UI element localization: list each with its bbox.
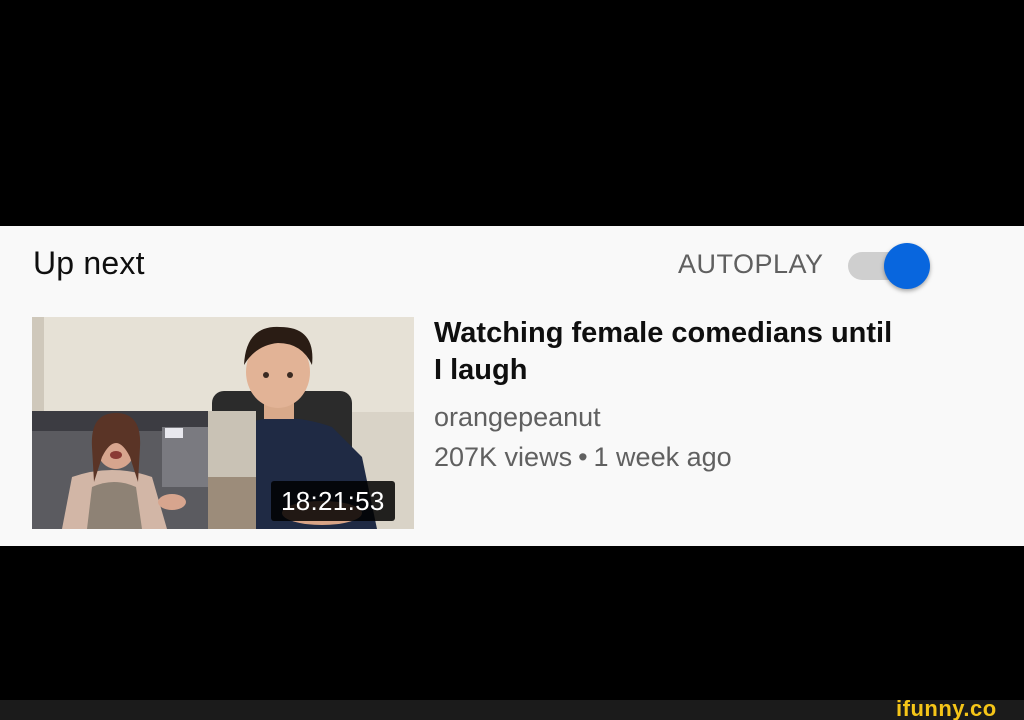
autoplay-toggle[interactable]: [846, 243, 930, 289]
channel-name[interactable]: orangepeanut: [434, 400, 601, 434]
autoplay-label: AUTOPLAY: [678, 249, 824, 279]
meta-separator: •: [578, 442, 588, 472]
up-next-heading: Up next: [33, 245, 145, 281]
video-thumbnail[interactable]: 18:21:53: [32, 317, 414, 529]
watermark-bar: [0, 700, 1024, 720]
page: Up next AUTOPLAY 18:21:53 Watching femal…: [0, 0, 1024, 720]
view-count: 207K views: [434, 442, 573, 472]
autoplay-toggle-knob: [884, 243, 930, 289]
watermark: ifunny.co: [896, 696, 997, 720]
video-duration-badge: 18:21:53: [271, 481, 395, 521]
video-metadata: 207K views • 1 week ago: [434, 440, 732, 474]
upload-age: 1 week ago: [593, 442, 732, 472]
video-title[interactable]: Watching female comedians until I laugh: [434, 315, 904, 389]
